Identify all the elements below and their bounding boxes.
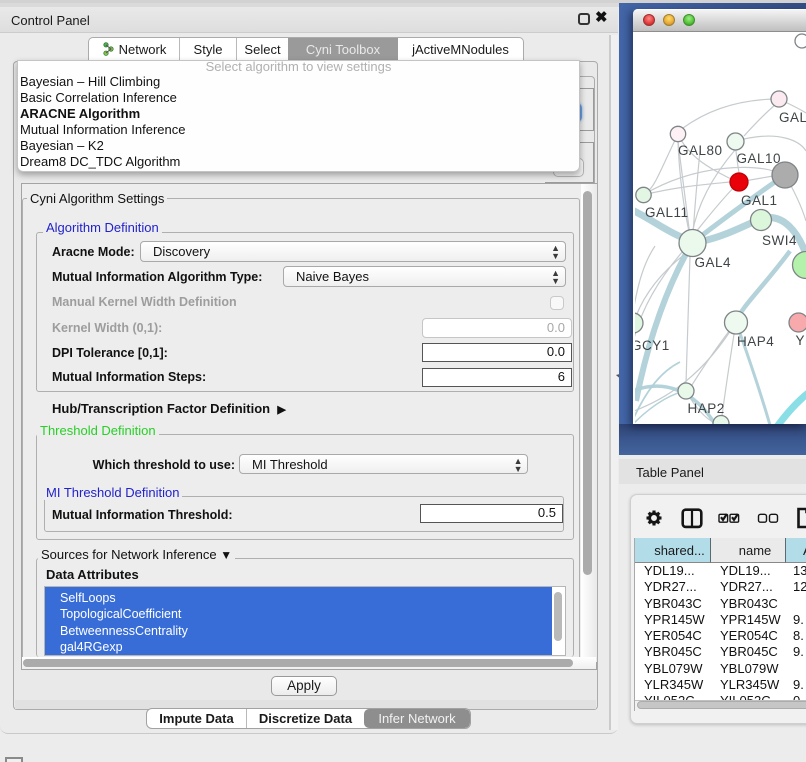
svg-text:GAL10: GAL10 [737, 151, 782, 166]
svg-text:HAP4: HAP4 [737, 334, 774, 349]
svg-text:HAP2: HAP2 [688, 401, 725, 416]
svg-text:GAL11: GAL11 [645, 205, 689, 220]
svg-text:GAL80: GAL80 [678, 143, 723, 158]
svg-text:SWI4: SWI4 [762, 233, 797, 248]
svg-text:GAL1: GAL1 [741, 193, 778, 208]
svg-text:GAL4: GAL4 [695, 255, 732, 270]
svg-text:GAL8: GAL8 [779, 110, 806, 125]
svg-text:GCY1: GCY1 [635, 338, 670, 353]
svg-text:Y: Y [796, 333, 806, 348]
